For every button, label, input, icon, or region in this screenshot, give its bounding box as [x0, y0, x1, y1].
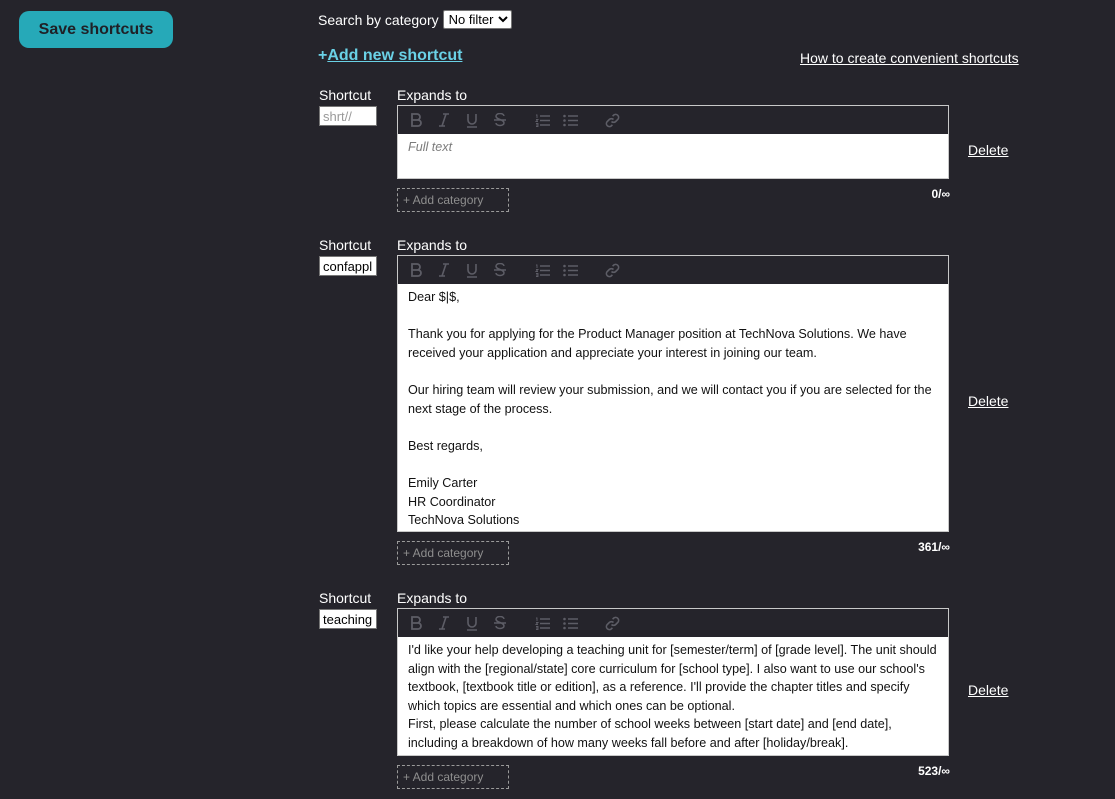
editor-paragraph: Best regards, — [408, 438, 483, 453]
bullet-list-icon[interactable] — [562, 112, 578, 128]
link-icon[interactable] — [604, 112, 620, 128]
editor-paragraph: Our hiring team will review your submiss… — [408, 382, 932, 416]
editor-paragraph: TechNova Solutions — [408, 513, 520, 528]
editor-content[interactable]: Full text — [398, 134, 948, 178]
underline-icon[interactable] — [464, 615, 480, 631]
save-shortcuts-button[interactable]: Save shortcuts — [19, 11, 173, 48]
underline-icon[interactable] — [464, 112, 480, 128]
editor-paragraph: Emily Carter — [408, 475, 478, 490]
editor-paragraph — [408, 362, 938, 381]
add-new-shortcut[interactable]: +Add new shortcut — [318, 47, 462, 65]
strikethrough-icon[interactable] — [492, 262, 508, 278]
ordered-list-icon[interactable] — [534, 262, 550, 278]
underline-icon[interactable] — [464, 262, 480, 278]
italic-icon[interactable] — [436, 112, 452, 128]
strikethrough-icon[interactable] — [492, 615, 508, 631]
category-filter-select[interactable]: No filter — [442, 10, 512, 29]
character-counter: 361/∞ — [918, 540, 950, 554]
editor-toolbar — [398, 609, 948, 637]
expansion-editor[interactable]: Full text — [397, 105, 949, 179]
add-new-plus: + — [318, 47, 328, 64]
editor-toolbar — [398, 106, 948, 134]
italic-icon[interactable] — [436, 262, 452, 278]
bold-icon[interactable] — [408, 112, 424, 128]
editor-paragraph: I'd like your help developing a teaching… — [408, 643, 937, 713]
add-category-button[interactable]: + Add category — [397, 541, 509, 565]
character-counter: 523/∞ — [918, 764, 950, 778]
link-icon[interactable] — [604, 262, 620, 278]
editor-content[interactable]: I'd like your help developing a teaching… — [398, 637, 948, 755]
italic-icon[interactable] — [436, 615, 452, 631]
shortcut-input[interactable] — [319, 609, 377, 629]
shortcut-input[interactable] — [319, 256, 377, 276]
add-category-button[interactable]: + Add category — [397, 188, 509, 212]
character-counter: 0/∞ — [931, 187, 950, 201]
editor-paragraph — [408, 307, 938, 326]
search-by-category-label: Search by category — [318, 11, 439, 28]
ordered-list-icon[interactable] — [534, 615, 550, 631]
bold-icon[interactable] — [408, 615, 424, 631]
shortcut-label: Shortcut — [319, 237, 372, 253]
shortcut-label: Shortcut — [319, 87, 372, 103]
add-category-button[interactable]: + Add category — [397, 765, 509, 789]
editor-content[interactable]: Dear $|$, Thank you for applying for the… — [398, 284, 948, 531]
howto-link[interactable]: How to create convenient shortcuts — [800, 50, 1019, 66]
shortcut-input[interactable] — [319, 106, 377, 126]
expands-to-label: Expands to — [397, 590, 468, 606]
editor-paragraph: Dear $|$, — [408, 290, 460, 304]
editor-paragraph: First, please calculate the number of sc… — [408, 717, 892, 750]
expansion-editor[interactable]: Dear $|$, Thank you for applying for the… — [397, 255, 949, 532]
editor-paragraph: HR Coordinator — [408, 494, 496, 509]
editor-paragraph — [408, 418, 938, 437]
editor-paragraph: Thank you for applying for the Product M… — [408, 327, 907, 360]
editor-placeholder: Full text — [408, 140, 453, 154]
delete-button[interactable]: Delete — [968, 142, 1008, 158]
link-icon[interactable] — [604, 615, 620, 631]
add-new-shortcut-link[interactable]: Add new shortcut — [327, 47, 462, 64]
bullet-list-icon[interactable] — [562, 262, 578, 278]
bold-icon[interactable] — [408, 262, 424, 278]
editor-toolbar — [398, 256, 948, 284]
delete-button[interactable]: Delete — [968, 393, 1008, 409]
expands-to-label: Expands to — [397, 87, 468, 103]
editor-paragraph — [408, 455, 938, 474]
expands-to-label: Expands to — [397, 237, 468, 253]
expansion-editor[interactable]: I'd like your help developing a teaching… — [397, 608, 949, 756]
strikethrough-icon[interactable] — [492, 112, 508, 128]
search-by-category: Search by category No filter — [318, 10, 512, 29]
delete-button[interactable]: Delete — [968, 682, 1008, 698]
ordered-list-icon[interactable] — [534, 112, 550, 128]
shortcut-label: Shortcut — [319, 590, 372, 606]
bullet-list-icon[interactable] — [562, 615, 578, 631]
